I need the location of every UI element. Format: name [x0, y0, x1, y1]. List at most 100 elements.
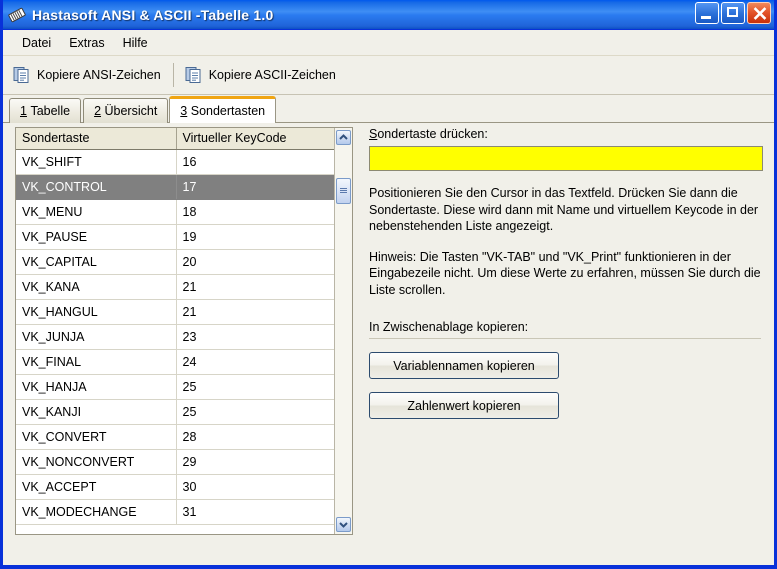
cell-key-code: 19 [176, 224, 334, 250]
menu-item-datei[interactable]: Datei [13, 33, 60, 53]
menu-bar: Datei Extras Hilfe [3, 30, 774, 56]
special-key-input[interactable] [369, 146, 763, 171]
cell-key-code: 17 [176, 174, 334, 200]
cell-key-name: VK_FINAL [16, 349, 177, 375]
key-input-label: Sondertaste drücken: [369, 127, 767, 141]
cell-key-code: 29 [176, 449, 334, 475]
cell-key-name: VK_CAPITAL [16, 249, 177, 275]
scroll-down-button[interactable] [336, 517, 351, 532]
cell-key-code: 28 [176, 424, 334, 450]
cell-key-name: VK_ACCEPT [16, 474, 177, 500]
table-row[interactable]: VK_MENU 18 [16, 199, 334, 225]
cell-key-name: VK_SHIFT [16, 149, 177, 175]
table-row[interactable]: VK_HANGUL 21 [16, 299, 334, 325]
table-row[interactable]: VK_CAPITAL 20 [16, 249, 334, 275]
cell-key-code: 25 [176, 374, 334, 400]
tab-tabelle-label: Tabelle [30, 104, 71, 118]
special-keys-grid: Sondertaste Virtueller KeyCode VK_SHIFT 1… [15, 127, 353, 535]
tab-strip: 1 Tabelle 2 Übersicht 3 Sondertasten [3, 95, 774, 123]
maximize-button[interactable] [721, 2, 745, 24]
cell-key-name: VK_PAUSE [16, 224, 177, 250]
instructions-paragraph-1: Positionieren Sie den Cursor in das Text… [369, 186, 759, 233]
cell-key-code: 16 [176, 149, 334, 175]
thumb-grip-icon [340, 187, 347, 195]
table-row[interactable]: VK_CONTROL 17 [16, 174, 334, 200]
key-input-label-rest: ondertaste drücken: [377, 127, 488, 141]
cell-key-name: VK_CONTROL [16, 174, 177, 200]
chevron-down-icon [339, 522, 348, 528]
cell-key-code: 23 [176, 324, 334, 350]
tab-tabelle[interactable]: 1 Tabelle [9, 98, 82, 123]
cell-key-name: VK_MENU [16, 199, 177, 225]
cell-key-code: 18 [176, 199, 334, 225]
table-row[interactable]: VK_NONCONVERT 29 [16, 449, 334, 475]
close-icon [753, 7, 767, 20]
cell-key-name: VK_NONCONVERT [16, 449, 177, 475]
toolbar-separator [172, 63, 174, 87]
cell-key-name: VK_CONVERT [16, 424, 177, 450]
instructions-paragraph-2: Hinweis: Die Tasten "VK-TAB" und "VK_Pri… [369, 249, 761, 297]
clipboard-section-label: In Zwischenablage kopieren: [369, 320, 529, 334]
copy-ansi-button[interactable]: Kopiere ANSI-Zeichen [9, 63, 169, 87]
table-row[interactable]: VK_KANJI 25 [16, 399, 334, 425]
tab-uebersicht-label: Übersicht [104, 104, 158, 118]
scrollbar-thumb[interactable] [336, 178, 351, 204]
cell-key-name: VK_KANJI [16, 399, 177, 425]
column-header-keycode[interactable]: Virtueller KeyCode [176, 128, 334, 150]
tab-sondertasten-mnemonic: 3 [180, 104, 188, 118]
tab-tabelle-mnemonic: 1 [20, 104, 27, 118]
cell-key-code: 21 [176, 299, 334, 325]
side-panel: Sondertaste drücken: Positionieren Sie d… [369, 127, 767, 419]
grid-body: VK_SHIFT 16 VK_CONTROL 17 VK_MENU 18 VK_PAUSE 1… [16, 149, 334, 525]
clipboard-section-divider [369, 338, 761, 339]
application-window: Hastasoft ANSI & ASCII -Tabelle 1.0 Date… [0, 0, 777, 569]
close-button[interactable] [747, 2, 771, 24]
cell-key-name: VK_HANGUL [16, 299, 177, 325]
table-row[interactable]: VK_PAUSE 19 [16, 224, 334, 250]
cell-key-name: VK_HANJA [16, 374, 177, 400]
window-title: Hastasoft ANSI & ASCII -Tabelle 1.0 [32, 6, 274, 23]
grid-header-row: Sondertaste Virtueller KeyCode [16, 128, 334, 150]
cell-key-code: 24 [176, 349, 334, 375]
table-row[interactable]: VK_CONVERT 28 [16, 424, 334, 450]
tab-uebersicht[interactable]: 2 Übersicht [83, 98, 169, 123]
cell-key-name: VK_KANA [16, 274, 177, 300]
cell-key-code: 31 [176, 499, 334, 525]
grid-vertical-scrollbar[interactable] [334, 128, 352, 534]
column-header-sondertaste[interactable]: Sondertaste [16, 128, 177, 150]
cell-key-code: 25 [176, 399, 334, 425]
tab-sondertasten-label: Sondertasten [190, 104, 266, 118]
table-row[interactable]: VK_HANJA 25 [16, 374, 334, 400]
menu-item-hilfe[interactable]: Hilfe [114, 33, 157, 53]
table-row[interactable]: VK_FINAL 24 [16, 349, 334, 375]
cell-key-code: 21 [176, 274, 334, 300]
window-controls [695, 2, 771, 24]
copy-numeric-value-button[interactable]: Zahlenwert kopieren [369, 392, 559, 419]
copy-documents-icon [13, 66, 31, 84]
menu-item-extras[interactable]: Extras [60, 33, 113, 53]
cell-key-code: 30 [176, 474, 334, 500]
table-row[interactable]: VK_MODECHANGE 31 [16, 499, 334, 525]
title-bar: Hastasoft ANSI & ASCII -Tabelle 1.0 [3, 0, 774, 30]
tab-sondertasten[interactable]: 3 Sondertasten [169, 96, 277, 123]
cell-key-name: VK_JUNJA [16, 324, 177, 350]
cell-key-name: VK_MODECHANGE [16, 499, 177, 525]
table-row[interactable]: VK_ACCEPT 30 [16, 474, 334, 500]
minimize-button[interactable] [695, 2, 719, 24]
grid-viewport: Sondertaste Virtueller KeyCode VK_SHIFT 1… [16, 128, 334, 534]
table-row[interactable]: VK_SHIFT 16 [16, 149, 334, 175]
table-row[interactable]: VK_KANA 21 [16, 274, 334, 300]
tab-uebersicht-mnemonic: 2 [94, 104, 102, 118]
scroll-up-button[interactable] [336, 130, 351, 145]
table-row[interactable]: VK_JUNJA 23 [16, 324, 334, 350]
tab-content-sondertasten: Sondertaste Virtueller KeyCode VK_SHIFT 1… [3, 123, 774, 565]
cell-key-code: 20 [176, 249, 334, 275]
copy-ansi-label: Kopiere ANSI-Zeichen [37, 68, 161, 82]
copy-ascii-label: Kopiere ASCII-Zeichen [208, 68, 336, 82]
app-tag-icon [7, 5, 27, 25]
copy-ascii-button[interactable]: Kopiere ASCII-Zeichen [181, 63, 344, 87]
copy-variable-name-button[interactable]: Variablennamen kopieren [369, 352, 559, 379]
toolbar: Kopiere ANSI-Zeichen Kopiere ASCII-Zeich… [3, 56, 774, 95]
copy-documents-icon [185, 66, 203, 84]
chevron-up-icon [339, 134, 348, 140]
